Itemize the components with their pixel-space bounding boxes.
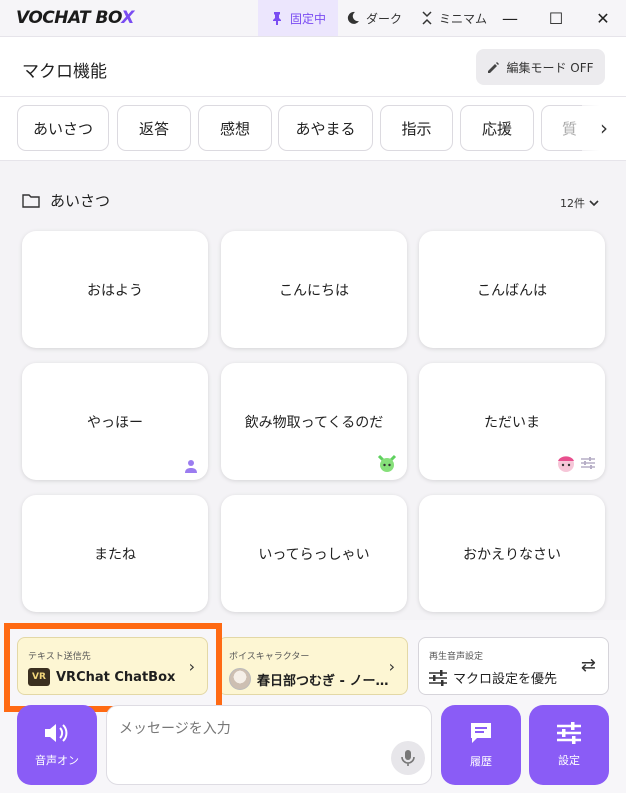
playback-label: 再生音声設定 xyxy=(429,652,484,662)
macro-card[interactable]: おはよう xyxy=(22,231,208,348)
moon-icon xyxy=(347,11,359,24)
character-avatar-icon xyxy=(377,453,397,473)
sliders-icon xyxy=(557,722,581,744)
page-header: マクロ機能 編集モード OFF xyxy=(0,37,626,97)
minimal-mode-button[interactable]: ミニマム xyxy=(421,0,487,36)
sound-on-label: 音声オン xyxy=(35,754,79,767)
message-input[interactable] xyxy=(106,705,432,785)
window-minimize-button[interactable]: — xyxy=(487,0,533,36)
macro-card[interactable]: 飲み物取ってくるのだ xyxy=(221,363,407,480)
speaker-icon xyxy=(45,724,68,742)
person-icon xyxy=(184,459,198,473)
category-heading: あいさつ xyxy=(22,190,110,211)
pin-label: 固定中 xyxy=(289,11,326,26)
edit-mode-label: 編集モード OFF xyxy=(506,60,594,75)
tab-category[interactable]: あやまる xyxy=(278,105,373,151)
swap-icon: ⇄ xyxy=(580,655,596,676)
macro-text: ただいま xyxy=(484,414,540,431)
tab-category[interactable]: 指示 xyxy=(380,105,453,151)
dark-label: ダーク xyxy=(366,11,403,26)
tab-category[interactable]: 感想 xyxy=(198,105,272,151)
chevron-right-icon: › xyxy=(388,657,395,676)
collapse-icon xyxy=(422,11,432,25)
microphone-icon[interactable] xyxy=(391,741,425,775)
macro-text: またね xyxy=(94,546,136,563)
minimal-label: ミニマム xyxy=(439,11,488,26)
tune-icon xyxy=(429,669,447,686)
window-maximize-button[interactable]: ☐ xyxy=(533,0,579,36)
voice-character-selector[interactable]: ボイスキャラクター 春日部つむぎ - ノー… › xyxy=(218,637,408,695)
tab-category[interactable]: 応援 xyxy=(460,105,534,151)
character-avatar-icon xyxy=(229,668,251,690)
voice-character-value: 春日部つむぎ - ノー… xyxy=(229,668,388,690)
page-title: マクロ機能 xyxy=(22,62,107,82)
sound-on-button[interactable]: 音声オン xyxy=(17,705,97,785)
macro-text: いってらっしゃい xyxy=(258,546,370,563)
voice-character-label: ボイスキャラクター xyxy=(229,652,310,662)
history-button[interactable]: 履歴 xyxy=(441,705,521,785)
macro-card[interactable]: ただいま xyxy=(419,363,605,480)
macro-count: 12件 xyxy=(560,197,585,210)
edit-mode-button[interactable]: 編集モード OFF xyxy=(476,49,605,85)
macro-text: おはよう xyxy=(87,282,143,299)
settings-label: 設定 xyxy=(558,754,580,767)
chat-bubble-icon xyxy=(471,723,491,743)
playback-value: マクロ設定を優先 xyxy=(429,668,557,687)
app-logo: VOCHAT BOX xyxy=(16,8,134,28)
tab-category[interactable]: あいさつ xyxy=(17,105,109,151)
tab-category[interactable]: 返答 xyxy=(117,105,191,151)
macro-text: おかえりなさい xyxy=(463,546,561,563)
chevron-right-icon[interactable]: › xyxy=(582,105,626,151)
pin-icon xyxy=(272,12,281,25)
chevron-down-icon xyxy=(589,200,599,207)
title-bar: VOCHAT BOX 固定中 ダーク ミニマム — ☐ ✕ xyxy=(0,0,626,37)
macro-text: 飲み物取ってくるのだ xyxy=(244,414,384,431)
macro-card[interactable]: こんばんは xyxy=(419,231,605,348)
macro-text: やっほー xyxy=(87,414,143,431)
macro-count-dropdown[interactable]: 12件 xyxy=(560,195,599,211)
window-close-button[interactable]: ✕ xyxy=(580,0,626,36)
macro-card[interactable]: こんにちは xyxy=(221,231,407,348)
dark-mode-button[interactable]: ダーク xyxy=(346,0,402,36)
folder-icon xyxy=(22,194,40,208)
tune-icon xyxy=(581,457,595,469)
macro-card[interactable]: またね xyxy=(22,495,208,612)
macro-card[interactable]: いってらっしゃい xyxy=(221,495,407,612)
macro-card[interactable]: やっほー xyxy=(22,363,208,480)
pin-toggle-button[interactable]: 固定中 xyxy=(258,0,338,36)
macro-text: こんばんは xyxy=(477,282,547,299)
highlight-box xyxy=(4,623,222,712)
pencil-icon xyxy=(488,61,500,73)
category-title: あいさつ xyxy=(50,192,111,210)
category-tabs: あいさつ 返答 感想 あやまる 指示 応援 質 › xyxy=(0,97,626,161)
history-label: 履歴 xyxy=(470,755,492,768)
playback-setting-selector[interactable]: 再生音声設定 マクロ設定を優先 ⇄ xyxy=(418,637,609,695)
macro-card[interactable]: おかえりなさい xyxy=(419,495,605,612)
settings-button[interactable]: 設定 xyxy=(529,705,609,785)
macro-text: こんにちは xyxy=(279,282,349,299)
character-avatar-icon xyxy=(555,453,595,473)
